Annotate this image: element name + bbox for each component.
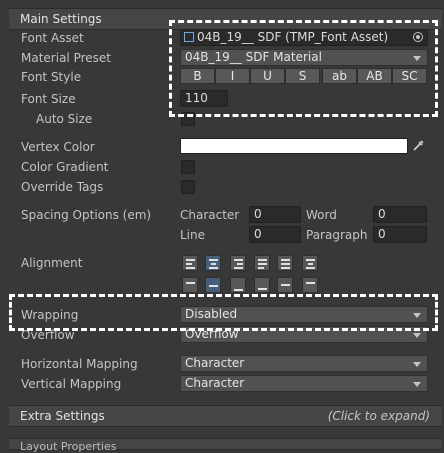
spacing-paragraph-input[interactable]: 0 — [373, 226, 427, 243]
horizontal-mapping-value: Character — [185, 356, 245, 370]
chevron-down-icon — [413, 56, 421, 61]
main-settings-title: Main Settings — [20, 12, 102, 26]
layout-properties-title: Layout Properties — [20, 440, 117, 453]
chevron-down-icon — [413, 362, 421, 367]
align-geometry-center-icon[interactable] — [302, 255, 318, 271]
spacing-paragraph-label: Paragraph — [306, 228, 368, 242]
align-center-icon[interactable] — [205, 255, 221, 271]
spacing-line-label: Line — [180, 228, 206, 242]
font-style-label: Font Style — [21, 70, 82, 84]
main-settings-header[interactable]: Main Settings — [9, 8, 442, 30]
spacing-character-label: Character — [180, 208, 240, 222]
align-midline-icon[interactable] — [277, 277, 293, 293]
align-capline-icon[interactable] — [302, 277, 318, 293]
extra-settings-hint: (Click to expand) — [327, 409, 430, 423]
font-size-label: Font Size — [21, 92, 76, 106]
font-size-input[interactable]: 110 — [180, 90, 228, 107]
font-style-bold-button[interactable]: B — [180, 68, 215, 84]
color-gradient-label: Color Gradient — [21, 160, 109, 174]
eyedropper-icon[interactable] — [410, 138, 426, 154]
auto-size-checkbox[interactable] — [181, 112, 195, 126]
extra-settings-title: Extra Settings — [20, 409, 105, 423]
font-style-italic-button[interactable]: I — [215, 68, 250, 84]
chevron-down-icon — [413, 333, 421, 338]
material-preset-value: 04B_19__ SDF Material — [185, 50, 322, 64]
font-asset-value: 04B_19__ SDF (TMP_Font Asset) — [197, 30, 389, 44]
font-asset-icon — [184, 32, 194, 42]
align-flush-icon[interactable] — [277, 255, 293, 271]
spacing-line-input[interactable]: 0 — [249, 226, 301, 243]
chevron-down-icon — [413, 382, 421, 387]
horizontal-mapping-label: Horizontal Mapping — [21, 357, 138, 371]
overflow-value: Overflow — [185, 327, 239, 341]
horizontal-mapping-dropdown[interactable]: Character — [180, 355, 428, 372]
auto-size-label: Auto Size — [36, 112, 93, 126]
font-asset-label: Font Asset — [21, 31, 84, 45]
vertex-color-swatch[interactable] — [180, 138, 408, 154]
align-bottom-icon[interactable] — [230, 277, 246, 293]
align-baseline-icon[interactable] — [254, 277, 270, 293]
align-right-icon[interactable] — [230, 255, 246, 271]
extra-settings-header[interactable]: Extra Settings (Click to expand) — [9, 405, 442, 427]
spacing-word-input[interactable]: 0 — [373, 206, 427, 223]
font-style-smallcaps-button[interactable]: SC — [392, 68, 427, 84]
alignment-label: Alignment — [21, 256, 83, 270]
color-gradient-checkbox[interactable] — [181, 160, 195, 174]
align-justified-icon[interactable] — [254, 255, 270, 271]
vertical-mapping-value: Character — [185, 376, 245, 390]
overflow-dropdown[interactable]: Overflow — [180, 326, 428, 343]
spacing-character-input[interactable]: 0 — [249, 206, 301, 223]
wrapping-value: Disabled — [185, 307, 238, 321]
inspector-panel: Main Settings Font Asset 04B_19__ SDF (T… — [0, 0, 444, 453]
font-asset-field[interactable]: 04B_19__ SDF (TMP_Font Asset) — [180, 29, 428, 46]
wrapping-label: Wrapping — [21, 308, 79, 322]
material-preset-label: Material Preset — [21, 51, 111, 65]
layout-properties-header[interactable]: Layout Properties — [9, 438, 442, 453]
overflow-label: Overflow — [21, 328, 75, 342]
align-middle-icon[interactable] — [205, 277, 221, 293]
chevron-down-icon — [413, 313, 421, 318]
vertical-mapping-label: Vertical Mapping — [21, 377, 122, 391]
object-picker-icon[interactable] — [413, 32, 423, 42]
font-style-uppercase-button[interactable]: AB — [357, 68, 392, 84]
spacing-options-label: Spacing Options (em) — [21, 208, 152, 222]
font-style-underline-button[interactable]: U — [250, 68, 285, 84]
vertical-mapping-dropdown[interactable]: Character — [180, 375, 428, 392]
align-top-icon[interactable] — [182, 277, 198, 293]
align-left-icon[interactable] — [182, 255, 198, 271]
material-preset-dropdown[interactable]: 04B_19__ SDF Material — [180, 49, 428, 66]
vertex-color-label: Vertex Color — [21, 140, 95, 154]
font-style-lowercase-button[interactable]: ab — [322, 68, 357, 84]
override-tags-label: Override Tags — [21, 180, 104, 194]
wrapping-dropdown[interactable]: Disabled — [180, 306, 428, 323]
font-style-strikethrough-button[interactable]: S — [285, 68, 320, 84]
spacing-word-label: Word — [306, 208, 337, 222]
override-tags-checkbox[interactable] — [181, 180, 195, 194]
